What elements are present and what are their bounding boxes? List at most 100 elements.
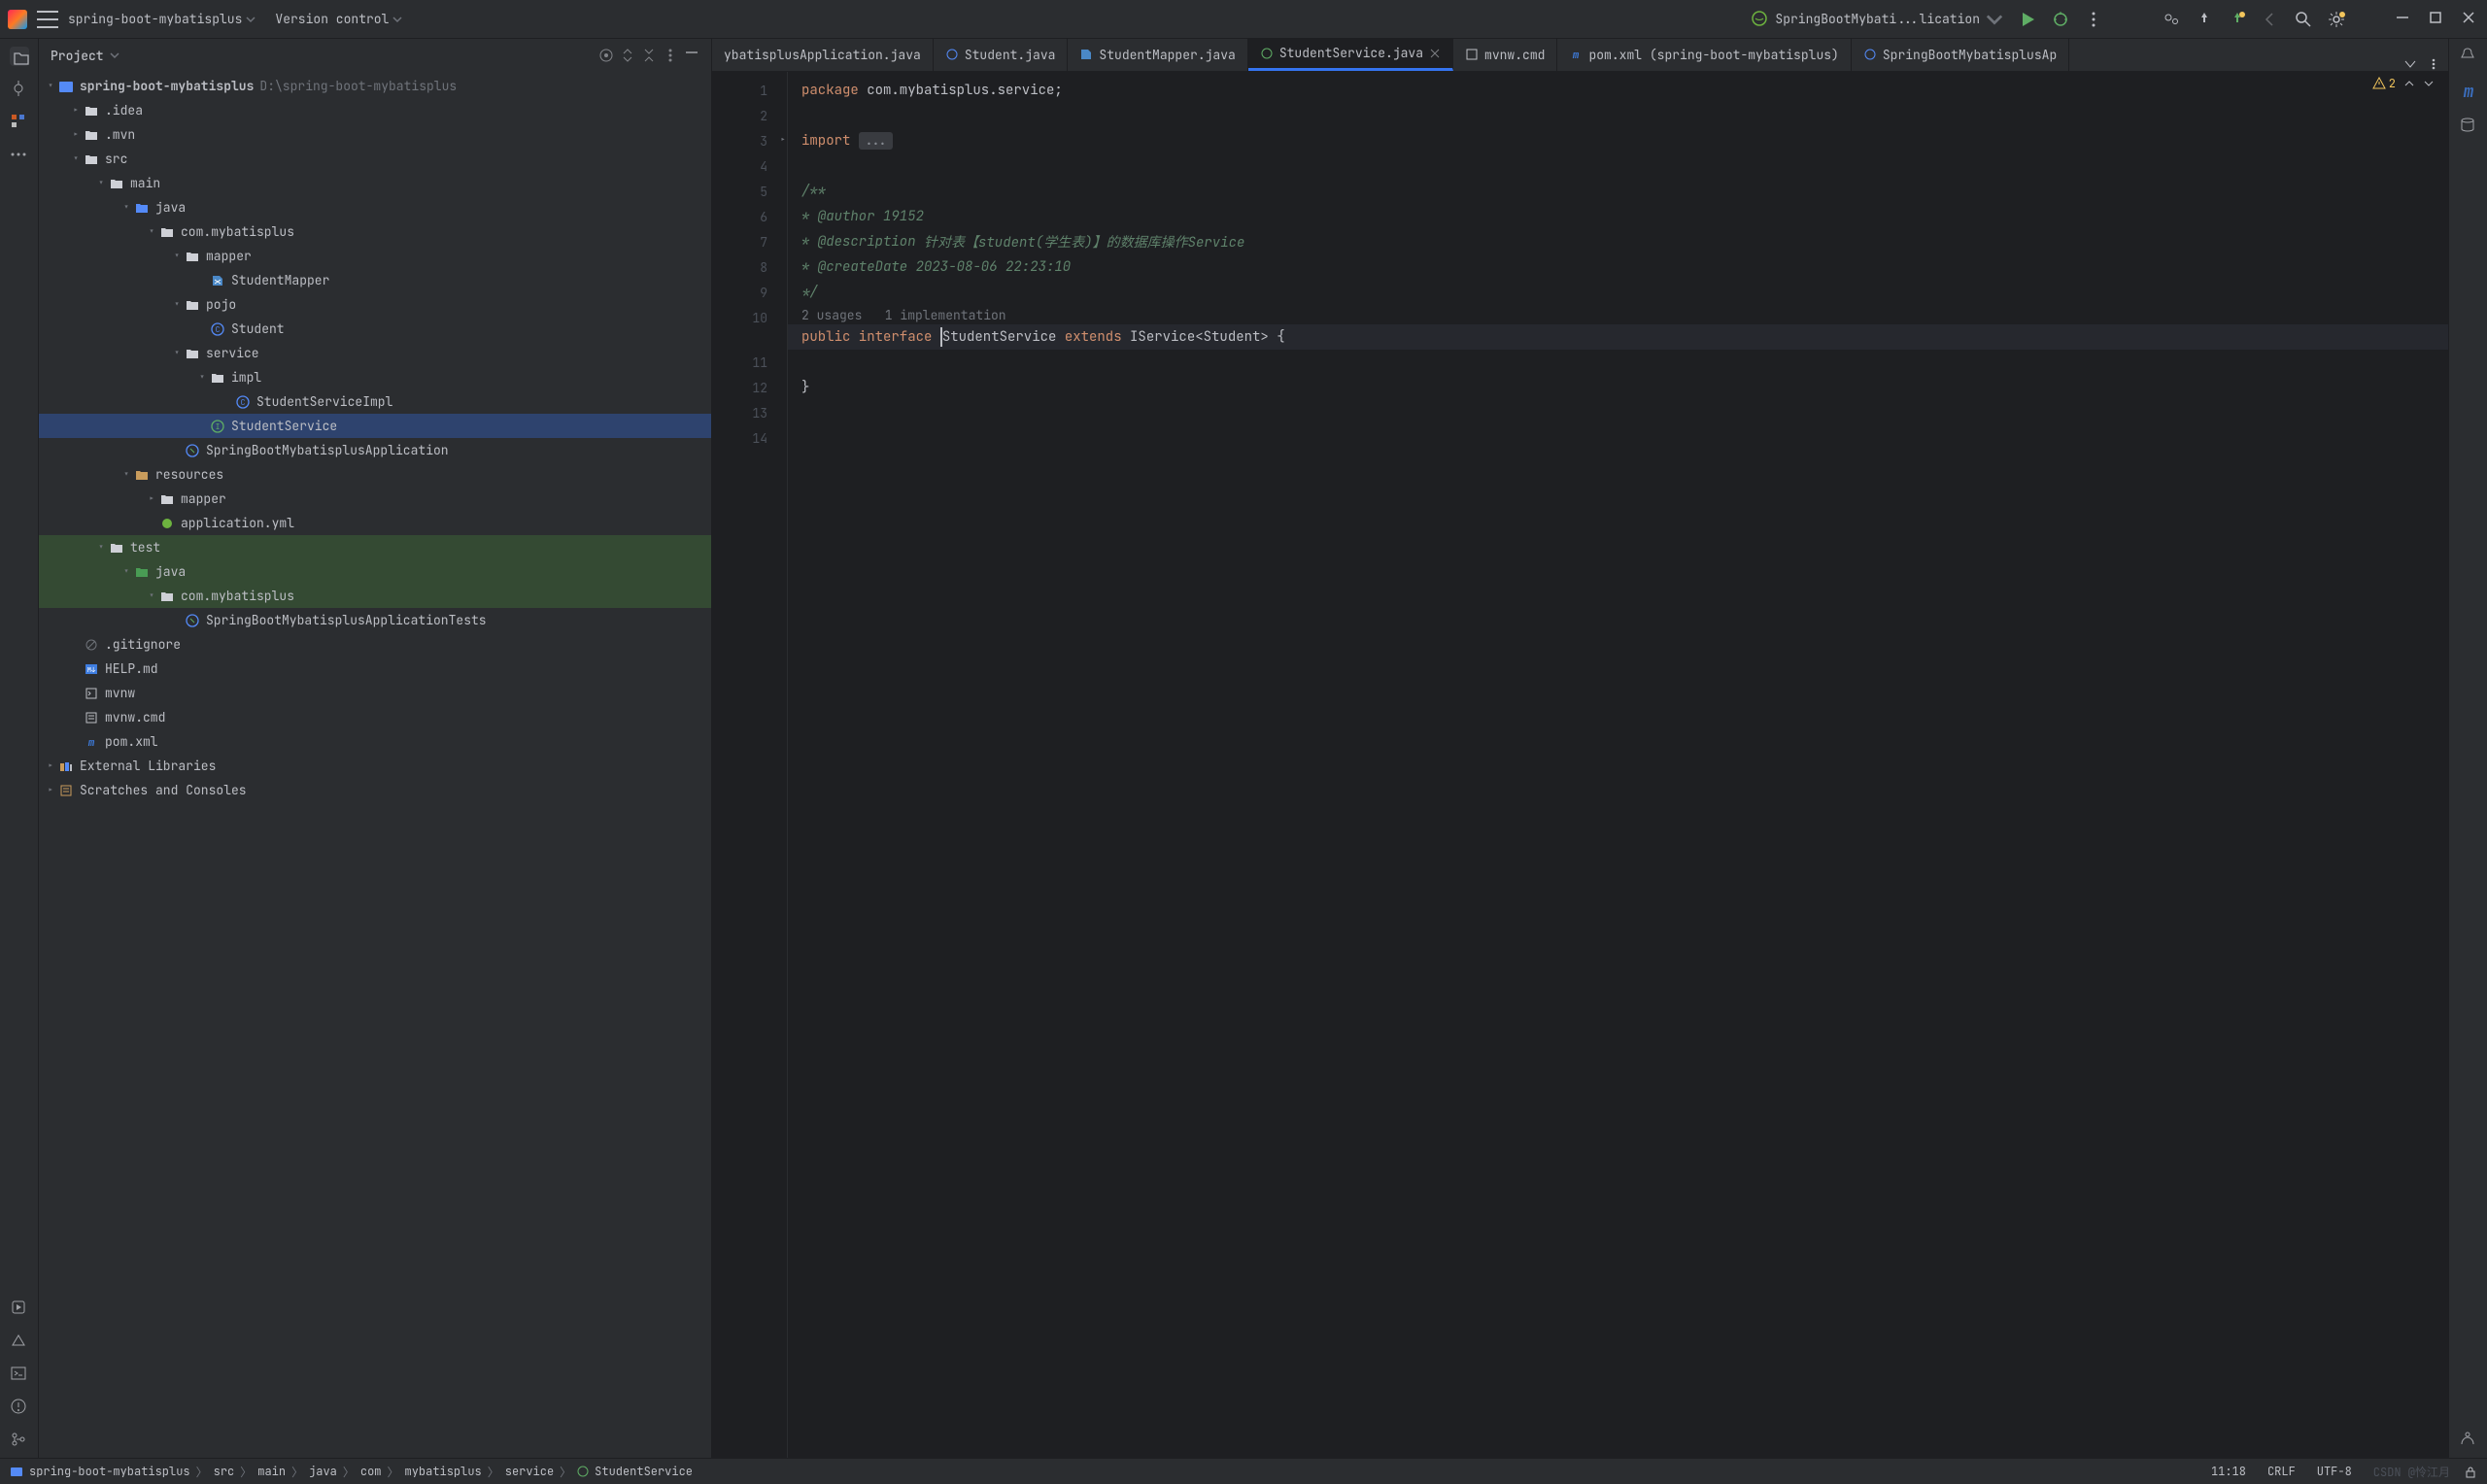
maven-tool-icon[interactable]: m bbox=[2459, 82, 2478, 101]
tree-path: D:\spring-boot-mybatisplus bbox=[259, 78, 457, 94]
maximize-icon[interactable] bbox=[2429, 11, 2446, 28]
close-icon[interactable] bbox=[2462, 11, 2479, 28]
fold-marker-icon[interactable]: ▸ bbox=[780, 133, 786, 146]
terminal-tool-icon[interactable] bbox=[10, 1365, 29, 1384]
run-config-selector[interactable]: SpringBootMybati...lication bbox=[1752, 11, 2003, 28]
inspections-widget[interactable]: 2 bbox=[2372, 76, 2435, 91]
main-menu-icon[interactable] bbox=[37, 11, 58, 28]
editor-tab[interactable]: StudentMapper.java bbox=[1068, 39, 1247, 71]
settings-icon[interactable] bbox=[2328, 11, 2345, 28]
debug-icon[interactable] bbox=[2052, 11, 2069, 28]
breadcrumb-item[interactable]: src bbox=[214, 1464, 235, 1479]
tree-item[interactable]: ▾service bbox=[39, 341, 711, 365]
line-separator[interactable]: CRLF bbox=[2260, 1464, 2303, 1479]
tree-item[interactable]: ▾test bbox=[39, 535, 711, 559]
tree-item[interactable]: ▾resources bbox=[39, 462, 711, 487]
commit-tool-icon[interactable] bbox=[10, 80, 29, 99]
search-icon[interactable] bbox=[2295, 11, 2312, 28]
chevron-down-icon[interactable] bbox=[110, 51, 119, 60]
folded-region[interactable]: ... bbox=[859, 132, 893, 150]
tree-item[interactable]: SpringBootMybatisplusApplication bbox=[39, 438, 711, 462]
tree-item[interactable]: CStudent bbox=[39, 317, 711, 341]
tree-item[interactable]: application.yml bbox=[39, 511, 711, 535]
close-tab-icon[interactable] bbox=[1429, 48, 1441, 59]
tree-item[interactable]: StudentMapper bbox=[39, 268, 711, 292]
vcs-tool-icon[interactable] bbox=[10, 1431, 29, 1450]
tree-item[interactable]: ▾impl bbox=[39, 365, 711, 389]
expand-all-icon[interactable] bbox=[620, 48, 635, 63]
intellij-logo-icon[interactable] bbox=[8, 10, 27, 29]
more-actions-icon[interactable] bbox=[2085, 11, 2102, 28]
tabs-dropdown-icon[interactable] bbox=[2403, 57, 2417, 71]
tree-item[interactable]: ▾java bbox=[39, 195, 711, 219]
breadcrumb[interactable]: spring-boot-mybatisplus〉 src〉 main〉 java… bbox=[29, 1464, 693, 1480]
editor-tab[interactable]: Student.java bbox=[934, 39, 1069, 71]
back-icon[interactable] bbox=[2262, 11, 2279, 28]
editor-tab-active[interactable]: StudentService.java bbox=[1248, 39, 1453, 71]
run-icon[interactable] bbox=[2019, 11, 2036, 28]
breadcrumb-item[interactable]: java bbox=[309, 1464, 337, 1479]
breadcrumb-item[interactable]: com bbox=[360, 1464, 382, 1479]
tree-item[interactable]: ▾mapper bbox=[39, 244, 711, 268]
breadcrumb-item[interactable]: spring-boot-mybatisplus bbox=[29, 1464, 190, 1479]
notifications-icon[interactable] bbox=[2459, 47, 2478, 66]
tabs-more-icon[interactable] bbox=[2427, 57, 2440, 71]
select-opened-file-icon[interactable] bbox=[598, 48, 614, 63]
updates-icon[interactable] bbox=[2196, 11, 2213, 28]
tree-item[interactable]: ▾main bbox=[39, 171, 711, 195]
tree-item[interactable]: ▸mapper bbox=[39, 487, 711, 511]
tree-item[interactable]: ▾pojo bbox=[39, 292, 711, 317]
tree-scratches[interactable]: ▸Scratches and Consoles bbox=[39, 778, 711, 802]
editor-tab[interactable]: SpringBootMybatisplusAp bbox=[1852, 39, 2069, 71]
project-tool-icon[interactable] bbox=[10, 47, 29, 66]
breadcrumb-item[interactable]: StudentService bbox=[595, 1464, 693, 1479]
nav-down-icon[interactable] bbox=[2423, 78, 2435, 89]
build-tool-icon[interactable] bbox=[10, 1332, 29, 1351]
minimize-icon[interactable] bbox=[2396, 11, 2413, 28]
tree-item[interactable]: ▾com.mybatisplus bbox=[39, 584, 711, 608]
editor-body[interactable]: 1 2 3 4 5 6 7 8 9 10 11 12 13 14 ▸ 2 bbox=[712, 72, 2448, 1458]
editor-tab[interactable]: ybatisplusApplication.java bbox=[712, 39, 934, 71]
code-area[interactable]: 2 package com.mybatisplus.service; impor… bbox=[788, 72, 2448, 1458]
tree-item[interactable]: ▸.mvn bbox=[39, 122, 711, 147]
problems-tool-icon[interactable] bbox=[10, 1398, 29, 1417]
nav-up-icon[interactable] bbox=[2403, 78, 2415, 89]
collapse-all-icon[interactable] bbox=[641, 48, 657, 63]
services-tool-icon[interactable] bbox=[10, 1298, 29, 1318]
tree-item[interactable]: ▾java bbox=[39, 559, 711, 584]
editor-tab[interactable]: mpom.xml (spring-boot-mybatisplus) bbox=[1557, 39, 1851, 71]
code-hint[interactable]: 2 usages 1 implementation bbox=[801, 307, 1006, 323]
tree-root[interactable]: ▾ spring-boot-mybatisplus D:\spring-boot… bbox=[39, 74, 711, 98]
panel-options-icon[interactable] bbox=[663, 48, 678, 63]
vcs-selector[interactable]: Version control bbox=[275, 11, 402, 27]
tree-item[interactable]: mpom.xml bbox=[39, 729, 711, 754]
tree-item[interactable]: CStudentServiceImpl bbox=[39, 389, 711, 414]
editor-tab[interactable]: mvnw.cmd bbox=[1453, 39, 1557, 71]
encoding[interactable]: UTF-8 bbox=[2309, 1464, 2360, 1479]
build-icon[interactable] bbox=[2229, 11, 2246, 28]
project-selector[interactable]: spring-boot-mybatisplus bbox=[68, 11, 256, 27]
tree-item[interactable]: M↓HELP.md bbox=[39, 657, 711, 681]
tree-item[interactable]: SpringBootMybatisplusApplicationTests bbox=[39, 608, 711, 632]
tree-item[interactable]: mvnw.cmd bbox=[39, 705, 711, 729]
assistant-icon[interactable] bbox=[2459, 1431, 2478, 1450]
breadcrumb-item[interactable]: service bbox=[505, 1464, 554, 1479]
tree-item[interactable]: ▸.idea bbox=[39, 98, 711, 122]
breadcrumb-item[interactable]: mybatisplus bbox=[405, 1464, 482, 1479]
tree-item[interactable]: .gitignore bbox=[39, 632, 711, 657]
tree-item-selected[interactable]: IStudentService bbox=[39, 414, 711, 438]
tree-external-libs[interactable]: ▸External Libraries bbox=[39, 754, 711, 778]
tree-item[interactable]: mvnw bbox=[39, 681, 711, 705]
tree-item[interactable]: ▾src bbox=[39, 147, 711, 171]
hide-panel-icon[interactable] bbox=[684, 48, 699, 63]
tree-item[interactable]: ▾com.mybatisplus bbox=[39, 219, 711, 244]
module-icon[interactable] bbox=[10, 1465, 23, 1478]
project-tree[interactable]: ▾ spring-boot-mybatisplus D:\spring-boot… bbox=[39, 72, 711, 1458]
lock-icon[interactable] bbox=[2464, 1465, 2477, 1478]
breadcrumb-item[interactable]: main bbox=[257, 1464, 286, 1479]
more-tool-icon[interactable] bbox=[10, 146, 29, 165]
database-tool-icon[interactable] bbox=[2459, 117, 2478, 136]
code-with-me-icon[interactable] bbox=[2163, 11, 2180, 28]
structure-tool-icon[interactable] bbox=[10, 113, 29, 132]
cursor-position[interactable]: 11:18 bbox=[2203, 1464, 2254, 1479]
